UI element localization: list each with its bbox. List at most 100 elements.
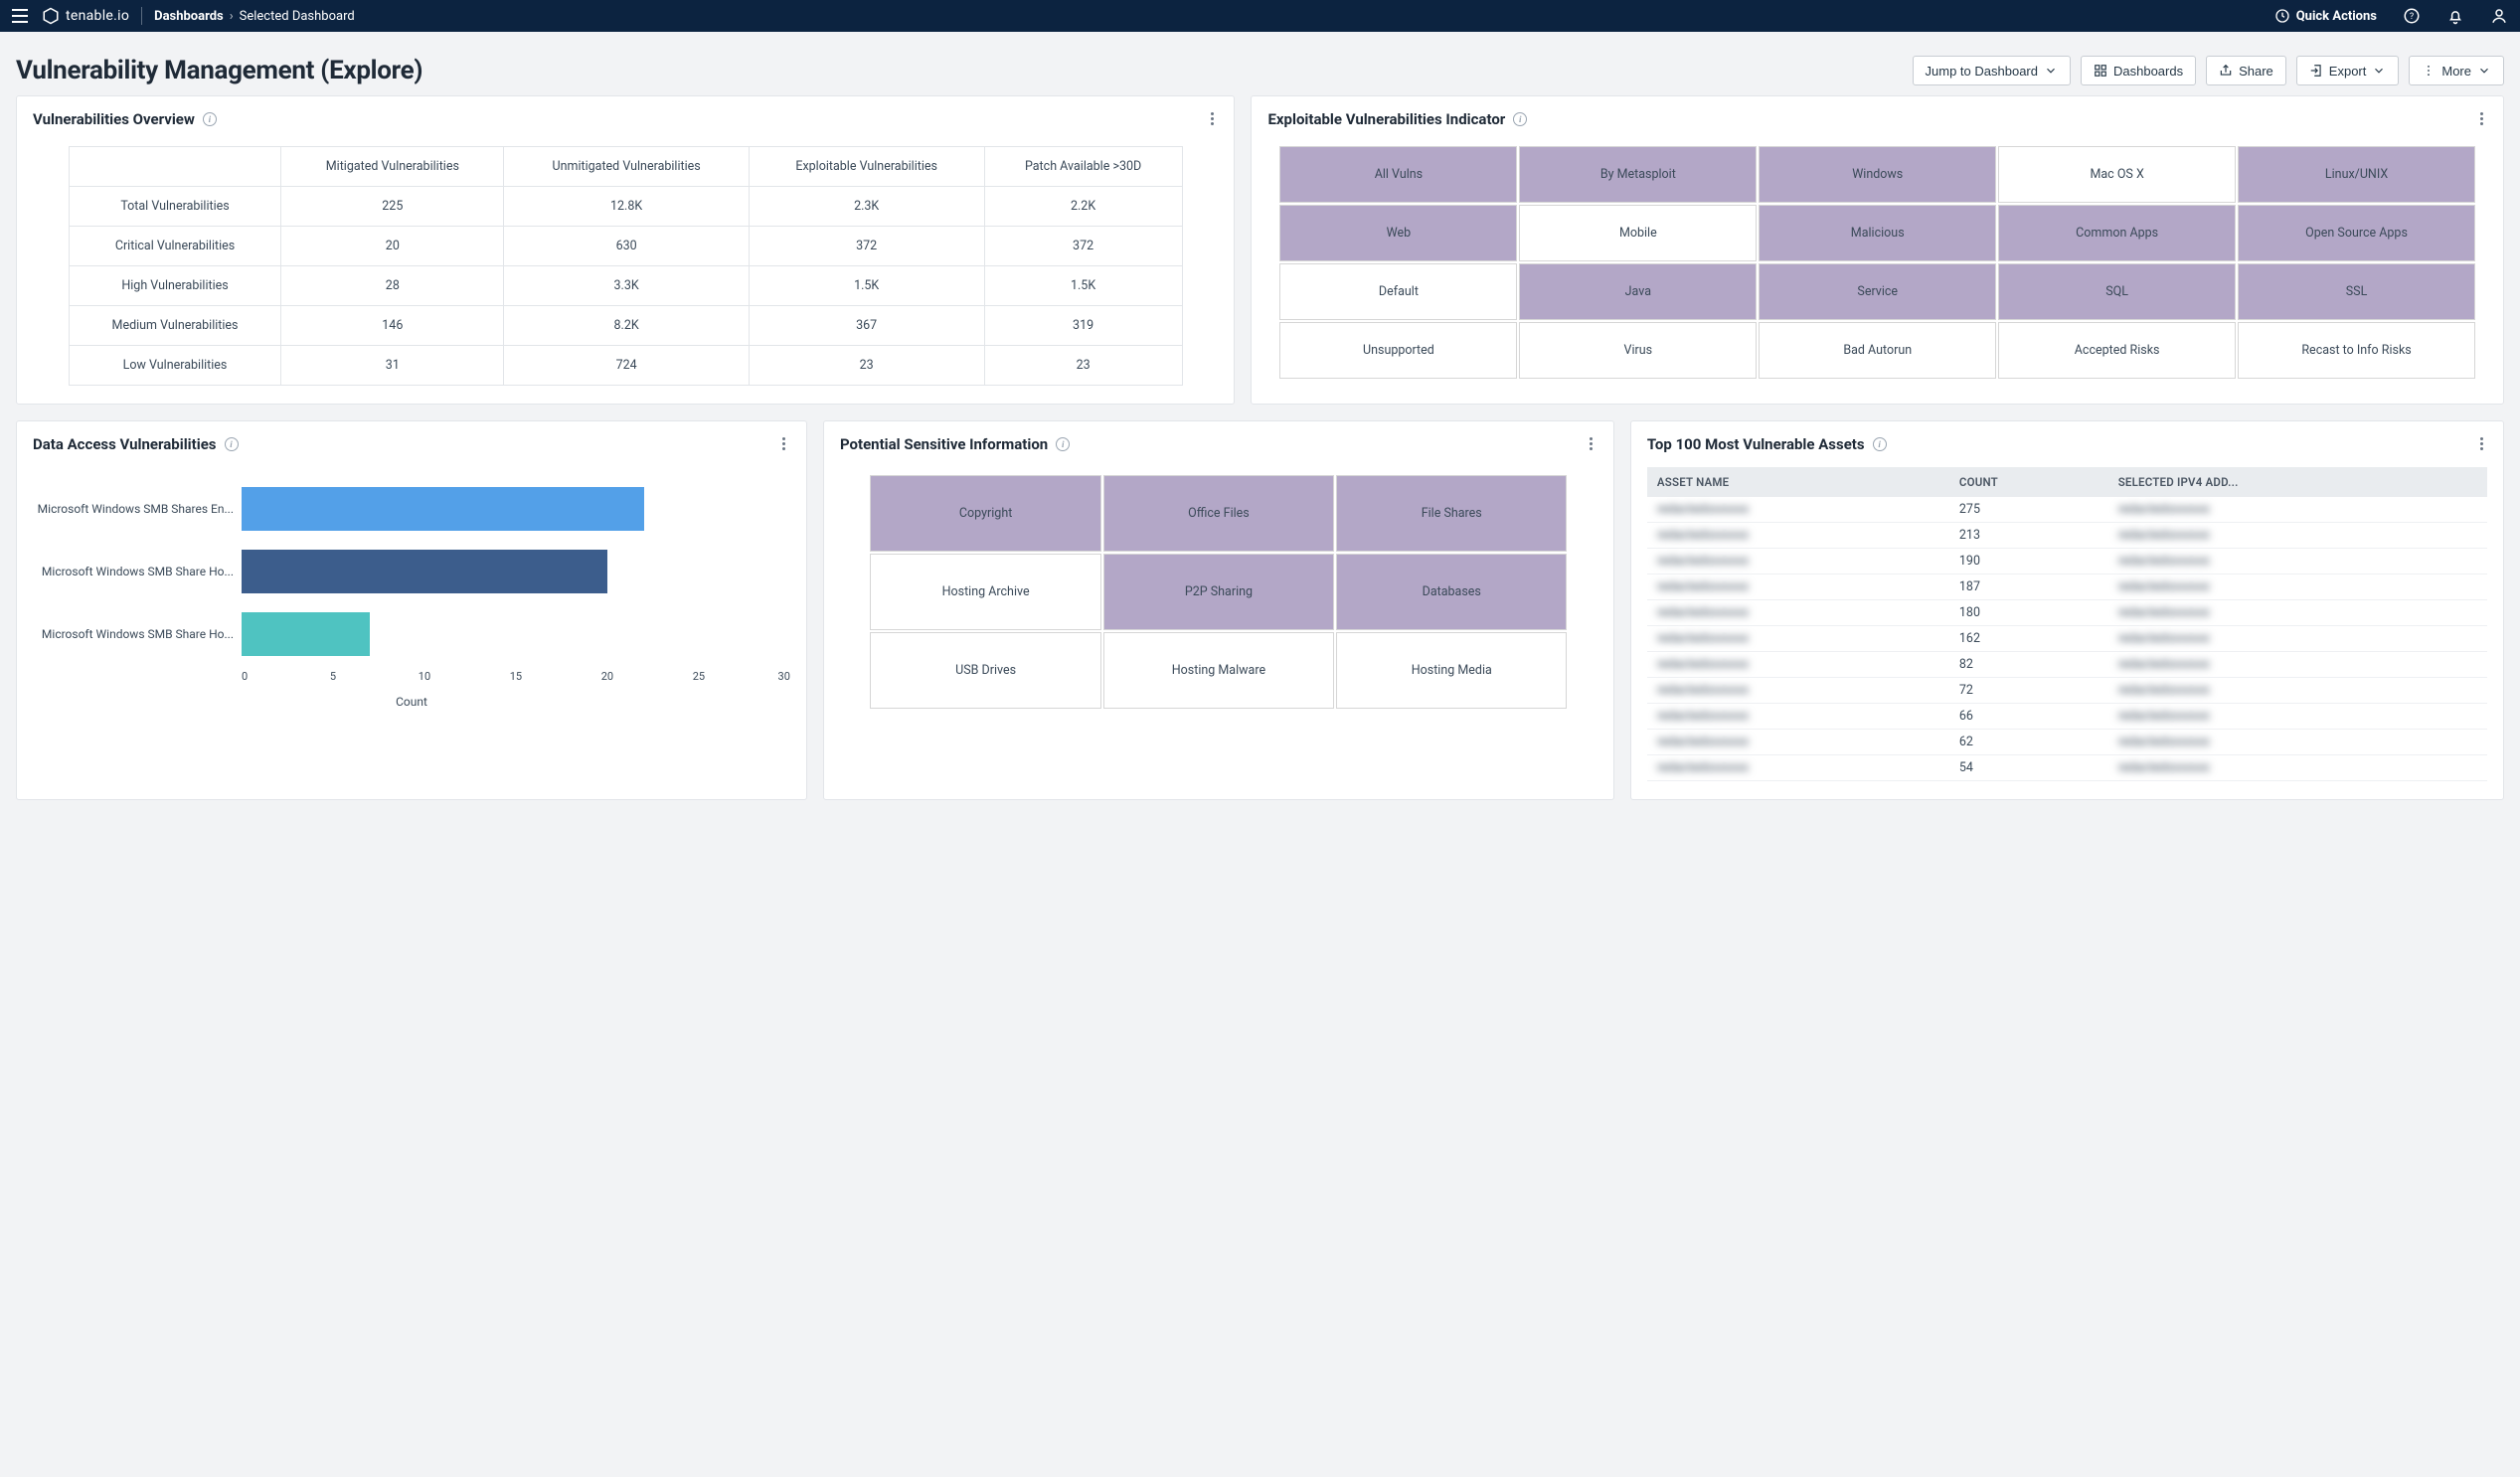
asset-name: redactedxxxxxxx [1657, 760, 1749, 775]
info-icon[interactable]: i [1873, 437, 1887, 451]
indicator-cell[interactable]: By Metasploit [1519, 146, 1757, 203]
indicator-cell[interactable]: SQL [1998, 263, 2236, 320]
table-cell[interactable]: 372 [749, 227, 984, 266]
table-cell[interactable]: 23 [749, 346, 984, 386]
indicator-cell[interactable]: Web [1279, 205, 1517, 261]
quick-actions-button[interactable]: Quick Actions [2274, 8, 2377, 24]
table-cell[interactable]: 31 [281, 346, 504, 386]
info-icon[interactable]: i [203, 112, 217, 126]
psi-cell[interactable]: Hosting Malware [1103, 632, 1334, 709]
widget-more-button[interactable] [2473, 437, 2489, 450]
indicator-cell[interactable]: Unsupported [1279, 322, 1517, 379]
psi-cell[interactable]: Office Files [1103, 475, 1334, 552]
table-cell[interactable]: 630 [504, 227, 749, 266]
overview-col-header[interactable]: Patch Available >30D [984, 147, 1182, 187]
bar[interactable] [242, 612, 370, 656]
overview-table: Mitigated VulnerabilitiesUnmitigated Vul… [69, 146, 1183, 386]
table-row[interactable]: redactedxxxxxxx180redactedxxxxxxx [1647, 600, 2487, 626]
overview-col-header[interactable]: Exploitable Vulnerabilities [749, 147, 984, 187]
data-access-widget: Data Access Vulnerabilities i Microsoft … [16, 420, 807, 800]
table-cell[interactable]: 8.2K [504, 306, 749, 346]
bar[interactable] [242, 487, 644, 531]
indicator-cell[interactable]: Open Source Apps [2238, 205, 2475, 261]
psi-cell[interactable]: Copyright [870, 475, 1100, 552]
table-cell[interactable]: 2.2K [984, 187, 1182, 227]
hamburger-menu-icon[interactable] [12, 7, 30, 25]
top100-col-header[interactable]: SELECTED IPV4 ADD... [2108, 467, 2487, 497]
indicator-cell[interactable]: Mac OS X [1998, 146, 2236, 203]
indicator-cell[interactable]: Mobile [1519, 205, 1757, 261]
psi-cell[interactable]: P2P Sharing [1103, 554, 1334, 630]
table-row[interactable]: redactedxxxxxxx82redactedxxxxxxx [1647, 652, 2487, 678]
export-button[interactable]: Export [2296, 56, 2400, 85]
bell-icon[interactable] [2446, 7, 2464, 25]
widget-more-button[interactable] [1584, 437, 1599, 450]
dashboards-button[interactable]: Dashboards [2081, 56, 2196, 85]
psi-cell[interactable]: Databases [1336, 554, 1567, 630]
axis-tick: 20 [562, 670, 653, 683]
indicator-cell[interactable]: Windows [1759, 146, 1996, 203]
indicator-cell[interactable]: Virus [1519, 322, 1757, 379]
table-cell[interactable]: 724 [504, 346, 749, 386]
overview-col-header[interactable]: Unmitigated Vulnerabilities [504, 147, 749, 187]
indicator-cell[interactable]: Linux/UNIX [2238, 146, 2475, 203]
table-cell[interactable]: 12.8K [504, 187, 749, 227]
widget-more-button[interactable] [1204, 112, 1220, 125]
table-cell[interactable]: 367 [749, 306, 984, 346]
psi-cell[interactable]: Hosting Media [1336, 632, 1567, 709]
table-row[interactable]: redactedxxxxxxx66redactedxxxxxxx [1647, 704, 2487, 730]
indicator-cell[interactable]: Bad Autorun [1759, 322, 1996, 379]
brand-logo[interactable]: tenable.io [42, 7, 129, 25]
table-row[interactable]: redactedxxxxxxx187redactedxxxxxxx [1647, 574, 2487, 600]
widget-more-button[interactable] [2473, 112, 2489, 125]
psi-cell[interactable]: USB Drives [870, 632, 1100, 709]
top100-col-header[interactable]: ASSET NAME [1647, 467, 1949, 497]
psi-cell[interactable]: File Shares [1336, 475, 1567, 552]
table-cell[interactable]: 225 [281, 187, 504, 227]
help-icon[interactable]: ? [2403, 7, 2421, 25]
table-row[interactable]: redactedxxxxxxx213redactedxxxxxxx [1647, 523, 2487, 549]
user-icon[interactable] [2490, 7, 2508, 25]
asset-name: redactedxxxxxxx [1657, 605, 1749, 620]
table-row[interactable]: redactedxxxxxxx62redactedxxxxxxx [1647, 730, 2487, 755]
indicator-cell[interactable]: Java [1519, 263, 1757, 320]
table-cell[interactable]: 146 [281, 306, 504, 346]
table-row[interactable]: redactedxxxxxxx162redactedxxxxxxx [1647, 626, 2487, 652]
table-cell[interactable]: 372 [984, 227, 1182, 266]
table-row[interactable]: redactedxxxxxxx275redactedxxxxxxx [1647, 497, 2487, 523]
info-icon[interactable]: i [225, 437, 239, 451]
table-cell[interactable]: 2.3K [749, 187, 984, 227]
table-cell[interactable]: 1.5K [984, 266, 1182, 306]
table-cell[interactable]: 23 [984, 346, 1182, 386]
jump-to-dashboard-button[interactable]: Jump to Dashboard [1913, 56, 2071, 85]
more-button[interactable]: More [2409, 56, 2504, 85]
indicator-cell[interactable]: Default [1279, 263, 1517, 320]
widget-more-button[interactable] [776, 437, 792, 450]
table-row[interactable]: redactedxxxxxxx190redactedxxxxxxx [1647, 549, 2487, 574]
info-icon[interactable]: i [1056, 437, 1070, 451]
table-cell[interactable]: 3.3K [504, 266, 749, 306]
table-cell[interactable]: 20 [281, 227, 504, 266]
table-cell[interactable]: 28 [281, 266, 504, 306]
row-label: Critical Vulnerabilities [69, 227, 280, 266]
indicator-cell[interactable]: All Vulns [1279, 146, 1517, 203]
table-row: High Vulnerabilities283.3K1.5K1.5K [69, 266, 1182, 306]
share-button[interactable]: Share [2206, 56, 2286, 85]
info-icon[interactable]: i [1513, 112, 1527, 126]
breadcrumb-section[interactable]: Dashboards [154, 9, 224, 24]
psi-cell[interactable]: Hosting Archive [870, 554, 1100, 630]
bar[interactable] [242, 550, 607, 593]
indicator-cell[interactable]: Service [1759, 263, 1996, 320]
table-row[interactable]: redactedxxxxxxx54redactedxxxxxxx [1647, 755, 2487, 781]
indicator-cell[interactable]: SSL [2238, 263, 2475, 320]
table-row[interactable]: redactedxxxxxxx72redactedxxxxxxx [1647, 678, 2487, 704]
overview-col-header[interactable]: Mitigated Vulnerabilities [281, 147, 504, 187]
indicator-cell[interactable]: Common Apps [1998, 205, 2236, 261]
top100-col-header[interactable]: COUNT [1949, 467, 2108, 497]
indicator-cell[interactable]: Accepted Risks [1998, 322, 2236, 379]
table-cell[interactable]: 319 [984, 306, 1182, 346]
row-label: High Vulnerabilities [69, 266, 280, 306]
table-cell[interactable]: 1.5K [749, 266, 984, 306]
indicator-cell[interactable]: Recast to Info Risks [2238, 322, 2475, 379]
indicator-cell[interactable]: Malicious [1759, 205, 1996, 261]
